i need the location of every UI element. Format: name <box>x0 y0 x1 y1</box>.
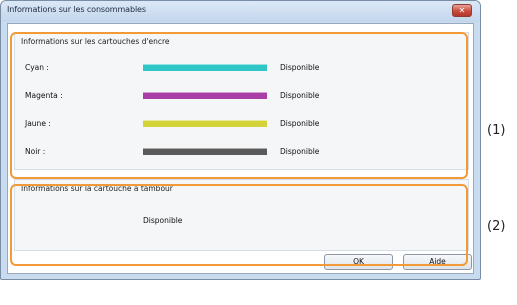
callout-box-2 <box>10 184 468 266</box>
close-icon: ✕ <box>458 6 466 15</box>
callout-label-2: (2) <box>487 219 506 234</box>
callout-box-1 <box>10 32 468 179</box>
window-title: Informations sur les consommables <box>7 5 146 14</box>
title-bar[interactable]: Informations sur les consommables ✕ <box>1 1 480 22</box>
close-button[interactable]: ✕ <box>452 4 472 17</box>
callout-label-1: (1) <box>487 123 506 138</box>
